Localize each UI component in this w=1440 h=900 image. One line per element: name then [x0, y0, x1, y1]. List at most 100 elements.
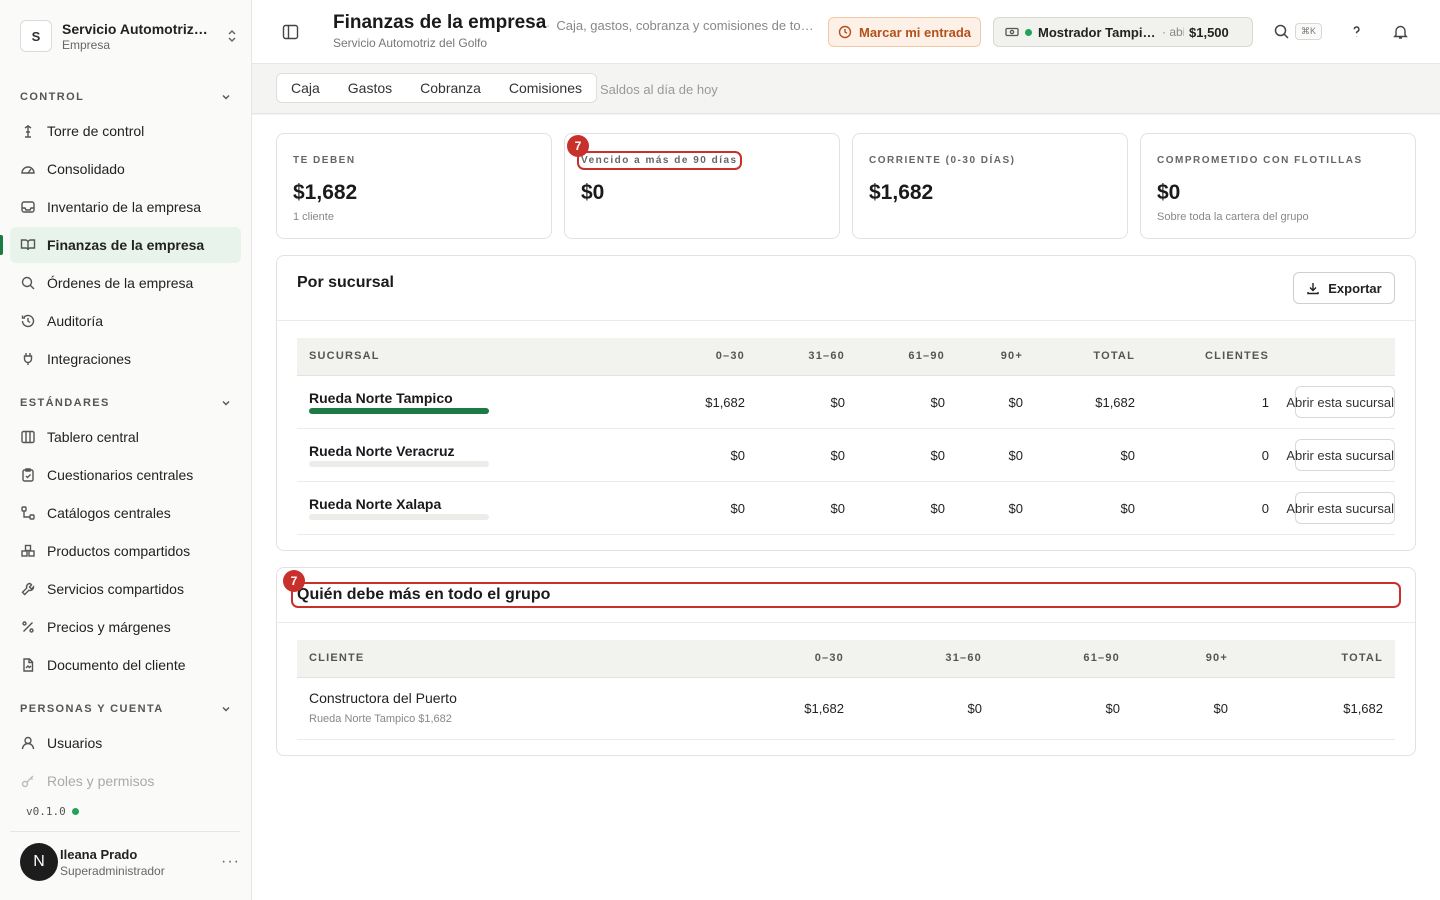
register-amount: $1,500	[1189, 24, 1229, 40]
tab-gastos[interactable]: Gastos	[334, 74, 406, 102]
percent-icon	[22, 621, 34, 633]
user-role: Superadministrador	[60, 863, 165, 878]
plug-icon	[23, 353, 33, 365]
tab-caja[interactable]: Caja	[277, 74, 334, 102]
sidebar-item-servicios[interactable]: Servicios compartidos	[10, 571, 241, 607]
user-name: Ileana Prado	[60, 846, 138, 862]
status-dot	[71, 808, 79, 815]
key-icon	[21, 775, 34, 788]
sidebar-item-usuarios[interactable]: Usuarios	[10, 725, 241, 761]
open-branch-button[interactable]: Abrir esta sucursal	[1286, 386, 1395, 418]
annotation-badge: 7	[567, 135, 589, 157]
page-subtitle: Servicio Automotriz del Golfo	[333, 36, 488, 50]
kpi-owed: TE DEBEN $1,682 1 cliente	[276, 133, 552, 239]
org-type: Empresa	[62, 37, 111, 52]
sidebar-item-integraciones[interactable]: Integraciones	[10, 341, 241, 377]
branch-share-bar	[309, 514, 489, 520]
register-name: Mostrador Tampico	[1038, 24, 1156, 40]
kpi-current: CORRIENTE (0-30 DÍAS) $1,682	[852, 133, 1128, 239]
page-description: Caja, gastos, cobranza y comisiones de t…	[546, 18, 814, 33]
book-open-icon	[20, 239, 36, 251]
tab-comisiones[interactable]: Comisiones	[495, 74, 596, 102]
sidebar-item-productos[interactable]: Productos compartidos	[10, 533, 241, 569]
help-icon[interactable]	[1348, 23, 1365, 40]
sidebar-item-documento[interactable]: Documento del cliente	[10, 647, 241, 683]
tab-cobranza[interactable]: Cobranza	[406, 74, 495, 102]
chevron-down-icon	[222, 707, 230, 712]
table-row[interactable]: Constructora del Puerto Rueda Norte Tamp…	[297, 678, 1395, 740]
branch-share-bar	[309, 461, 489, 467]
register-status: abierta	[1162, 25, 1184, 39]
sidebar-item-roles[interactable]: Roles y permisos	[10, 763, 241, 799]
bell-icon[interactable]	[1392, 23, 1409, 40]
sidebar-item-consolidado[interactable]: Consolidado	[10, 151, 241, 187]
chevron-up-down-icon	[228, 29, 236, 43]
table-row: Rueda Norte Xalapa $0 $0 $0 $0 $0 0 Abri…	[297, 482, 1395, 535]
branches-table-header: SUCURSAL 0–30 31–60 61–90 90+ TOTAL CLIE…	[297, 338, 1395, 376]
branch-share-bar	[309, 408, 489, 414]
more-icon[interactable]: ···	[221, 853, 240, 871]
main-content: TE DEBEN $1,682 1 cliente Vencido a más …	[252, 115, 1440, 900]
org-name: Servicio Automotriz del Golfo	[62, 20, 210, 37]
top-debtors-card: Quién debe más en todo el grupo CLIENTE …	[276, 567, 1416, 756]
clock-in-button[interactable]: Marcar mi entrada	[828, 17, 981, 47]
balances-note: Saldos al día de hoy	[600, 82, 718, 97]
sidebar-item-catalogos[interactable]: Catálogos centrales	[10, 495, 241, 531]
search-shortcut: ⌘K	[1295, 23, 1323, 40]
inbox-icon	[21, 201, 35, 213]
sidebar-item-torre-de-control[interactable]: Torre de control	[10, 113, 241, 149]
chevron-down-icon	[222, 401, 230, 406]
table-row: Rueda Norte Veracruz $0 $0 $0 $0 $0 0 Ab…	[297, 429, 1395, 482]
boxes-icon	[21, 544, 35, 557]
finance-tabs-bar: Caja Gastos Cobranza Comisiones Saldos a…	[252, 64, 1440, 114]
history-icon	[21, 314, 35, 328]
debtors-table-header: CLIENTE 0–30 31–60 61–90 90+ TOTAL	[297, 640, 1395, 678]
annotation-badge: 7	[283, 570, 305, 592]
export-button[interactable]: Exportar	[1293, 272, 1395, 304]
open-branch-button[interactable]: Abrir esta sucursal	[1286, 439, 1395, 471]
nav-section-control[interactable]: CONTROL	[20, 91, 232, 103]
sidebar: S Servicio Automotriz del Golfo Empresa …	[0, 0, 252, 900]
sidebar-item-auditoria[interactable]: Auditoría	[10, 303, 241, 339]
open-status-dot	[1025, 28, 1032, 36]
search-icon[interactable]	[1273, 23, 1290, 40]
clock-icon	[838, 25, 852, 39]
org-switcher[interactable]: S Servicio Automotriz del Golfo Empresa	[20, 18, 240, 54]
top-debtors-title: Quién debe más en todo el grupo	[291, 582, 1401, 608]
divider	[10, 831, 240, 832]
avatar: N	[20, 843, 58, 881]
sidebar-item-finanzas[interactable]: Finanzas de la empresa	[0, 227, 241, 263]
debtor-detail: Rueda Norte Tampico $1,682	[309, 713, 452, 725]
top-header: Finanzas de la empresa Servicio Automotr…	[252, 0, 1440, 64]
tower-icon	[24, 125, 32, 138]
tree-icon	[21, 506, 35, 520]
sidebar-item-inventario[interactable]: Inventario de la empresa	[10, 189, 241, 225]
file-chart-icon	[23, 658, 34, 672]
gauge-icon	[21, 166, 35, 174]
sidebar-item-ordenes[interactable]: Órdenes de la empresa	[10, 265, 241, 301]
wrench-icon	[21, 582, 35, 596]
sidebar-item-precios[interactable]: Precios y márgenes	[10, 609, 241, 645]
search-icon	[21, 276, 35, 290]
branches-title: Por sucursal	[297, 274, 394, 291]
sidebar-toggle-icon[interactable]	[282, 24, 299, 40]
open-branch-button[interactable]: Abrir esta sucursal	[1286, 492, 1395, 524]
kpi-fleet: COMPROMETIDO CON FLOTILLAS $0 Sobre toda…	[1140, 133, 1416, 239]
app-version: v0.1.0	[26, 805, 79, 818]
user-icon	[21, 736, 35, 750]
debtor-name: Constructora del Puerto	[309, 690, 457, 706]
sidebar-item-cuestionarios[interactable]: Cuestionarios centrales	[10, 457, 241, 493]
nav-section-estandares[interactable]: ESTÁNDARES	[20, 397, 232, 409]
columns-icon	[21, 430, 35, 444]
cash-register-selector[interactable]: Mostrador Tampico abierta $1,500	[993, 17, 1253, 47]
download-icon	[1307, 283, 1319, 295]
table-row: Rueda Norte Tampico $1,682 $0 $0 $0 $1,6…	[297, 376, 1395, 429]
sidebar-item-tablero-central[interactable]: Tablero central	[10, 419, 241, 455]
user-menu[interactable]: N Ileana Prado Superadministrador ···	[20, 843, 240, 881]
clipboard-check-icon	[22, 468, 34, 482]
chevron-down-icon	[222, 95, 230, 100]
org-avatar: S	[20, 20, 52, 52]
cash-icon	[1005, 27, 1019, 37]
nav-section-personas[interactable]: PERSONAS Y CUENTA	[20, 703, 232, 715]
branches-card: Por sucursal Exportar SUCURSAL 0–30 31–6…	[276, 255, 1416, 551]
